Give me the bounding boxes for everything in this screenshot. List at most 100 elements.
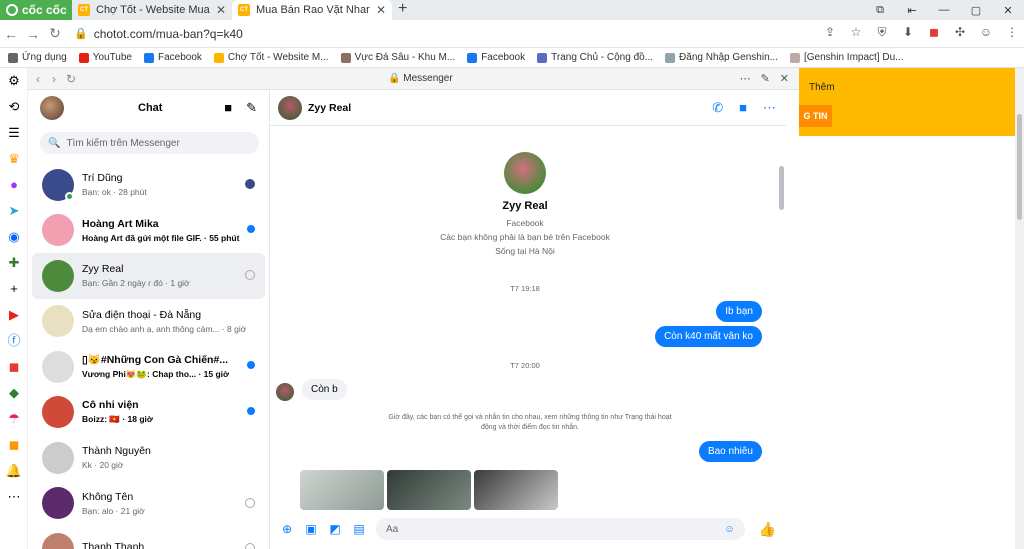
new-message-icon[interactable]: ✎ (246, 100, 257, 116)
chat-list-item[interactable]: Cô nhi viện Boizz: 🇻🇳 · 18 giờ (32, 390, 265, 436)
sticker-icon[interactable]: ◩ (328, 522, 342, 536)
avatar (42, 532, 74, 549)
bookmark-apps[interactable]: Ứng dụng (8, 52, 67, 63)
phone-icon[interactable]: ✆ (712, 100, 723, 116)
tab-mua-ban[interactable]: CT Mua Bán Rao Vặt Nhanh Ch ✕ (232, 0, 392, 20)
search-input[interactable]: 🔍 Tìm kiếm trên Messenger (40, 132, 259, 154)
tab-chotot[interactable]: CT Chợ Tốt - Website Mua Bán ✕ (72, 0, 232, 20)
app-orange-icon[interactable]: ◼ (0, 432, 28, 458)
minimize-icon[interactable]: — (928, 4, 960, 16)
outgoing-message[interactable]: Ib bạn (716, 301, 762, 322)
bookmark-facebook[interactable]: Facebook (143, 52, 202, 63)
bookmark-chotot[interactable]: Chợ Tốt - Website M... (213, 52, 329, 63)
pin-icon[interactable]: ✎ (761, 72, 770, 85)
video-call-icon[interactable]: ■ (224, 100, 232, 116)
star-icon[interactable]: ☆ (848, 25, 864, 41)
address-bar: ← → ↻ 🔒 chotot.com/mua-ban?q=k40 ⇪ ☆ ⛨ ⬇… (0, 20, 1024, 48)
maximize-icon[interactable]: ▢ (960, 4, 992, 17)
profile-avatar[interactable]: ☺ (978, 25, 994, 41)
extensions-icon[interactable]: ✣ (952, 25, 968, 41)
bookmark-vuc-da-sau[interactable]: Vực Đá Sâu - Khu M... (340, 52, 455, 63)
avatar (42, 305, 74, 338)
incoming-message[interactable]: Còn b (302, 379, 347, 400)
message-input[interactable]: Aa ☺ (376, 518, 745, 540)
new-tab-button[interactable]: + (392, 0, 413, 20)
more-icon[interactable]: ⋯ (0, 484, 28, 510)
chat-list-item[interactable]: Trí Dũng Bạn: ok · 28 phút (32, 162, 265, 208)
chat-list-item[interactable]: Thanh Thanh (32, 526, 265, 549)
back-icon[interactable]: ← (0, 26, 22, 42)
download-icon[interactable]: ⬇ (900, 25, 916, 41)
chat-preview: Vương Phi😻🐸: Chap tho... · 15 giờ (82, 369, 230, 380)
app-red-icon[interactable]: ◼ (0, 354, 28, 380)
like-icon[interactable]: 👍 (759, 521, 776, 538)
bookmark-genshin-login[interactable]: Đăng Nhập Genshin... (665, 52, 778, 63)
panel-back-icon[interactable]: ‹ (36, 72, 40, 86)
coccoc-logo[interactable]: cốc cốc (0, 0, 72, 20)
bookmarks-bar: Ứng dụng YouTube Facebook Chợ Tốt - Webs… (0, 48, 1024, 68)
bookmark-genshin-impact[interactable]: [Genshin Impact] Du... (789, 52, 903, 63)
photo-thumbnail[interactable] (474, 470, 558, 510)
umbrella-icon[interactable]: ☂ (0, 406, 28, 432)
extension-red-icon[interactable]: ◼ (926, 25, 942, 41)
telegram-icon[interactable]: ➤ (0, 198, 28, 224)
chat-list-item[interactable]: Zyy Real Bạn: Gần 2 ngày r đó · 1 giờ (32, 253, 265, 299)
forward-icon[interactable]: → (22, 26, 44, 42)
gif-icon[interactable]: ▤ (352, 522, 366, 536)
close-tab-icon[interactable]: ✕ (376, 3, 386, 17)
settings-icon[interactable]: ⚙ (0, 68, 28, 94)
gamepad-icon[interactable]: ✚ (0, 250, 28, 276)
video-icon[interactable]: ■ (739, 100, 747, 116)
close-window-icon[interactable]: ✕ (992, 4, 1024, 17)
scroll-thumb[interactable] (1017, 114, 1022, 220)
outgoing-message[interactable]: Bao nhiêu (698, 441, 762, 462)
reading-list-icon[interactable]: ☰ (0, 120, 28, 146)
avatar (42, 214, 74, 247)
bell-icon[interactable]: 🔔 (0, 458, 28, 484)
contact-avatar[interactable] (278, 95, 302, 120)
app-green-icon[interactable]: ◆ (0, 380, 28, 406)
tab-search-icon[interactable]: ⧉ (864, 4, 896, 17)
contact-name[interactable]: Zyy Real (308, 102, 351, 114)
chat-list-item[interactable]: ▯😼#Những Con Gà Chiến#... Vương Phi😻🐸: Ch… (32, 344, 265, 390)
bookmark-facebook-2[interactable]: Facebook (467, 52, 525, 63)
bookmark-trang-chu[interactable]: Trang Chủ - Cộng đồ... (537, 52, 653, 63)
add-icon[interactable]: + (0, 276, 28, 302)
chat-name: Thanh Thanh (82, 541, 145, 549)
outgoing-message[interactable]: Còn k40 mất vân ko (655, 326, 762, 347)
facebook-icon[interactable]: ⓕ (0, 328, 28, 354)
chat-list-item[interactable]: Thành Nguyên Kk · 20 giờ (32, 435, 265, 481)
page-scrollbar[interactable] (1015, 68, 1024, 549)
menu-icon[interactable]: ⋮ (1004, 25, 1020, 41)
avatar (42, 168, 74, 201)
panel-close-icon[interactable]: ✕ (780, 72, 789, 85)
youtube-icon[interactable]: ▶ (0, 302, 28, 328)
url-field[interactable]: 🔒 chotot.com/mua-ban?q=k40 (74, 27, 774, 41)
history-icon[interactable]: ⟲ (0, 94, 28, 120)
panel-reload-icon[interactable]: ↻ (66, 72, 76, 86)
zalo-icon[interactable]: ◉ (0, 224, 28, 250)
more-link[interactable]: Thêm (809, 82, 835, 93)
message-scrollbar[interactable] (779, 166, 784, 210)
post-button[interactable]: G TIN (799, 105, 832, 127)
share-icon[interactable]: ⇪ (822, 25, 838, 41)
panel-forward-icon[interactable]: › (52, 72, 56, 86)
panel-more-icon[interactable]: ⋯ (740, 72, 751, 85)
photo-thumbnail[interactable] (387, 470, 471, 510)
chat-list-item[interactable]: Không Tên Bạn: alo · 21 giờ (32, 481, 265, 527)
emoji-icon[interactable]: ☺ (724, 524, 734, 535)
reload-icon[interactable]: ↻ (44, 25, 66, 42)
ad-block-icon[interactable]: ⛨ (874, 25, 890, 41)
image-icon[interactable]: ▣ (304, 522, 318, 536)
my-avatar[interactable] (40, 96, 64, 120)
plus-circle-icon[interactable]: ⊕ (280, 522, 294, 536)
photo-thumbnail[interactable] (300, 470, 384, 510)
chat-list-item[interactable]: Hoàng Art Mika Hoàng Art đã gửi một file … (32, 208, 265, 254)
more-options-icon[interactable]: ⋯ (763, 100, 776, 116)
bookmark-youtube[interactable]: YouTube (78, 52, 132, 63)
restore-icon[interactable]: ⇤ (896, 4, 928, 17)
crown-icon[interactable]: ♛ (0, 146, 28, 172)
chat-list-item[interactable]: Sửa điện thoại - Đà Nẵng Dạ em chào anh ạ… (32, 299, 265, 345)
messenger-icon[interactable]: ● (0, 172, 28, 198)
close-tab-icon[interactable]: ✕ (216, 3, 226, 17)
